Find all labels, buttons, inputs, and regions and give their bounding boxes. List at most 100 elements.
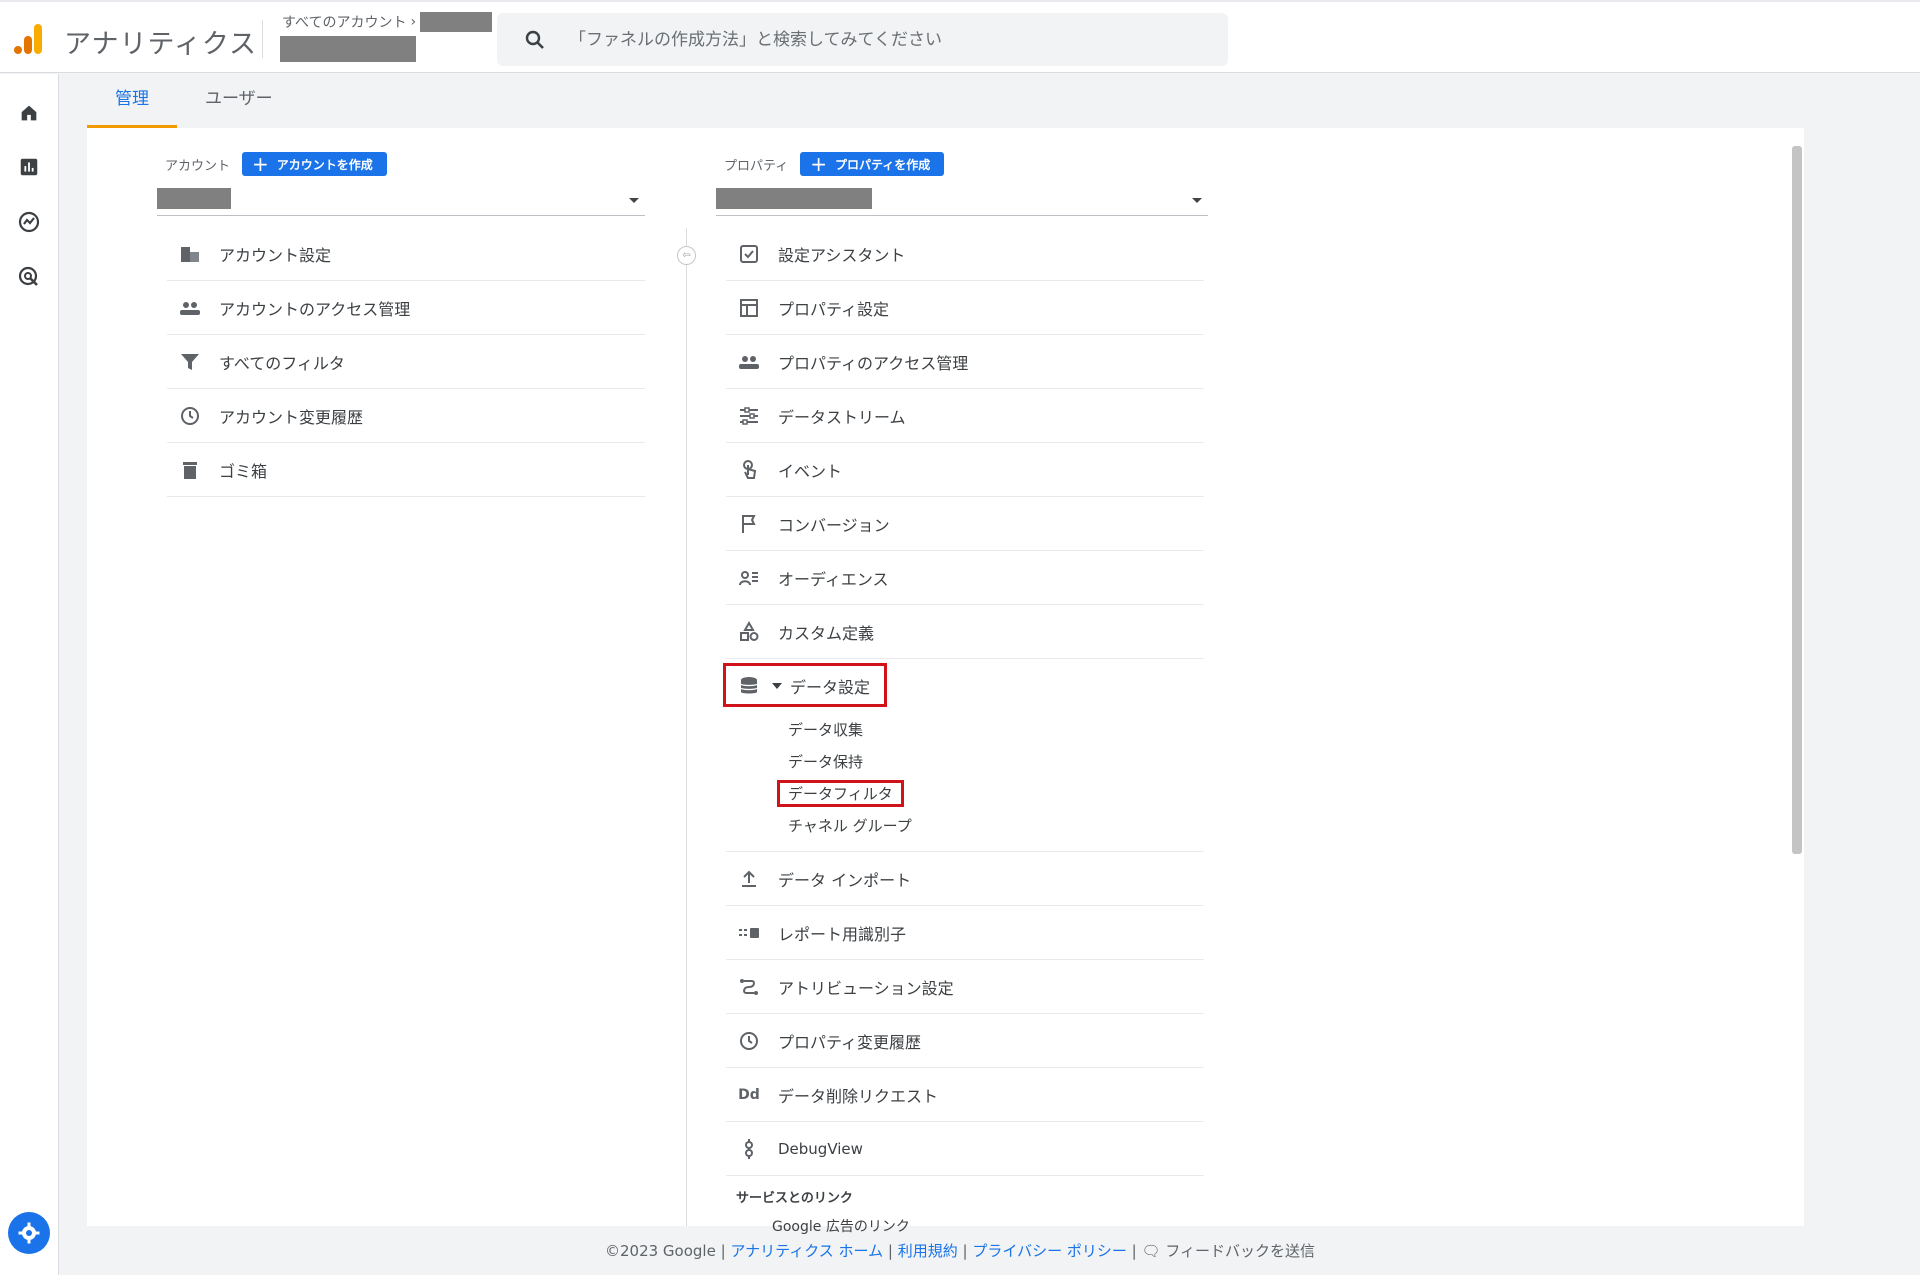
property-item-settings[interactable]: プロパティ設定 <box>726 281 1204 335</box>
debug-icon <box>736 1136 762 1162</box>
title-divider <box>262 20 263 58</box>
create-property-button[interactable]: + プロパティを作成 <box>800 152 945 176</box>
redacted-property-picker[interactable] <box>280 36 416 62</box>
feedback-icon: 🗨 <box>1141 1242 1161 1260</box>
property-item-label: イベント <box>778 461 843 481</box>
property-item-setup-assistant[interactable]: 設定アシスタント <box>726 227 1204 281</box>
account-item-history[interactable]: アカウント変更履歴 <box>167 389 645 443</box>
footer-copyright: ©2023 Google | <box>604 1242 726 1260</box>
admin-tabs: 管理 ユーザー <box>87 82 301 128</box>
footer: ©2023 Google | アナリティクス ホーム | 利用規約 | プライバ… <box>0 1240 1920 1261</box>
property-item-label: カスタム定義 <box>778 623 875 643</box>
home-icon[interactable] <box>14 98 44 128</box>
app-title: アナリティクス <box>64 29 258 60</box>
tab-user[interactable]: ユーザー <box>177 82 301 128</box>
reports-icon[interactable] <box>14 152 44 182</box>
property-item-label: プロパティのアクセス管理 <box>778 353 969 373</box>
tab-admin[interactable]: 管理 <box>87 82 177 128</box>
trash-icon <box>177 457 203 483</box>
account-item-access[interactable]: アカウントのアクセス管理 <box>167 281 645 335</box>
redacted-property-name <box>716 188 872 209</box>
upload-icon <box>736 866 762 892</box>
data-filters-label: データフィルタ <box>777 779 904 807</box>
property-item-custom-definitions[interactable]: カスタム定義 <box>726 605 1204 659</box>
filter-icon <box>177 349 203 375</box>
account-item-filters[interactable]: すべてのフィルタ <box>167 335 645 389</box>
stream-icon <box>736 403 762 429</box>
people-icon <box>177 295 203 321</box>
collapse-column-icon[interactable]: ⇦ <box>677 246 696 265</box>
account-item-trash[interactable]: ゴミ箱 <box>167 443 645 497</box>
footer-link-analytics-home[interactable]: アナリティクス ホーム <box>730 1242 883 1260</box>
property-item-data-streams[interactable]: データストリーム <box>726 389 1204 443</box>
account-item-label: ゴミ箱 <box>219 461 268 481</box>
side-nav <box>0 74 59 1275</box>
layout-icon <box>736 295 762 321</box>
footer-link-feedback[interactable]: フィードバックを送信 <box>1165 1242 1315 1260</box>
property-item-label: アトリビューション設定 <box>778 978 954 998</box>
create-account-button[interactable]: + アカウントを作成 <box>242 152 387 176</box>
dropdown-caret-icon <box>1192 198 1202 203</box>
property-item-label: プロパティ変更履歴 <box>778 1032 922 1052</box>
search-icon <box>525 30 544 49</box>
property-item-reporting-identity[interactable]: レポート用識別子 <box>726 906 1204 960</box>
search-input[interactable] <box>569 29 1189 50</box>
property-item-debugview[interactable]: DebugView <box>726 1122 1204 1176</box>
property-item-data-deletion[interactable]: Dd データ削除リクエスト <box>726 1068 1204 1122</box>
breadcrumb-all-accounts[interactable]: すべてのアカウント <box>282 12 406 32</box>
scrollbar[interactable] <box>1792 146 1802 854</box>
history-icon <box>177 403 203 429</box>
attribution-icon <box>736 974 762 1000</box>
submenu-data-collection[interactable]: データ収集 <box>726 713 1204 745</box>
account-label: アカウント <box>165 158 231 174</box>
account-item-label: アカウント設定 <box>219 245 332 265</box>
dd-icon: Dd <box>738 1086 760 1103</box>
footer-sep: | <box>962 1242 968 1260</box>
account-header: アカウント + アカウントを作成 <box>165 152 387 176</box>
explore-icon[interactable] <box>14 207 44 237</box>
account-item-settings[interactable]: アカウント設定 <box>167 227 645 281</box>
people-icon <box>736 349 762 375</box>
property-item-label: 設定アシスタント <box>778 245 906 265</box>
create-account-label: アカウントを作成 <box>276 157 373 172</box>
submenu-data-retention[interactable]: データ保持 <box>726 745 1204 777</box>
property-item-access[interactable]: プロパティのアクセス管理 <box>726 335 1204 389</box>
property-header: プロパティ + プロパティを作成 <box>724 152 945 176</box>
breadcrumb[interactable]: すべてのアカウント › <box>282 12 493 32</box>
footer-link-privacy[interactable]: プライバシー ポリシー <box>972 1242 1126 1260</box>
property-item-label: データ削除リクエスト <box>778 1086 939 1106</box>
footer-sep: | <box>887 1242 893 1260</box>
link-google-ads[interactable]: Google 広告のリンク <box>726 1216 1204 1234</box>
footer-link-terms[interactable]: 利用規約 <box>898 1242 958 1260</box>
analytics-logo-icon[interactable] <box>14 22 44 56</box>
redacted-account-name <box>157 188 231 209</box>
property-item-data-import[interactable]: データ インポート <box>726 852 1204 906</box>
property-item-conversions[interactable]: コンバージョン <box>726 497 1204 551</box>
submenu-channel-groups[interactable]: チャネル グループ <box>726 809 1204 841</box>
dropdown-caret-icon <box>629 198 639 203</box>
identifier-icon <box>736 920 762 946</box>
account-selector[interactable] <box>157 188 645 216</box>
property-item-label: データストリーム <box>778 407 906 427</box>
advertising-icon[interactable] <box>14 262 44 292</box>
property-item-history[interactable]: プロパティ変更履歴 <box>726 1014 1204 1068</box>
submenu-data-filters[interactable]: データフィルタ <box>726 777 1204 809</box>
property-item-label: データ インポート <box>778 870 912 890</box>
property-item-label: DebugView <box>778 1139 863 1158</box>
account-menu: アカウント設定 アカウントのアクセス管理 すべてのフィルタ アカウント変更履歴 … <box>167 227 645 497</box>
checkbox-icon <box>736 241 762 267</box>
property-item-attribution[interactable]: アトリビューション設定 <box>726 960 1204 1014</box>
shapes-icon <box>736 619 762 645</box>
footer-sep: | <box>1131 1242 1137 1260</box>
chevron-right-icon: › <box>410 14 417 30</box>
account-item-label: すべてのフィルタ <box>219 353 345 373</box>
search-bar[interactable] <box>497 13 1228 66</box>
property-selector[interactable] <box>716 188 1208 216</box>
property-item-data-settings[interactable]: データ設定 <box>723 659 1204 713</box>
data-settings-submenu: データ収集 データ保持 データフィルタ チャネル グループ <box>726 713 1204 852</box>
building-icon <box>177 241 203 267</box>
touch-icon <box>736 457 762 483</box>
property-item-events[interactable]: イベント <box>726 443 1204 497</box>
property-item-audiences[interactable]: オーディエンス <box>726 551 1204 605</box>
plus-icon: + <box>810 152 827 176</box>
